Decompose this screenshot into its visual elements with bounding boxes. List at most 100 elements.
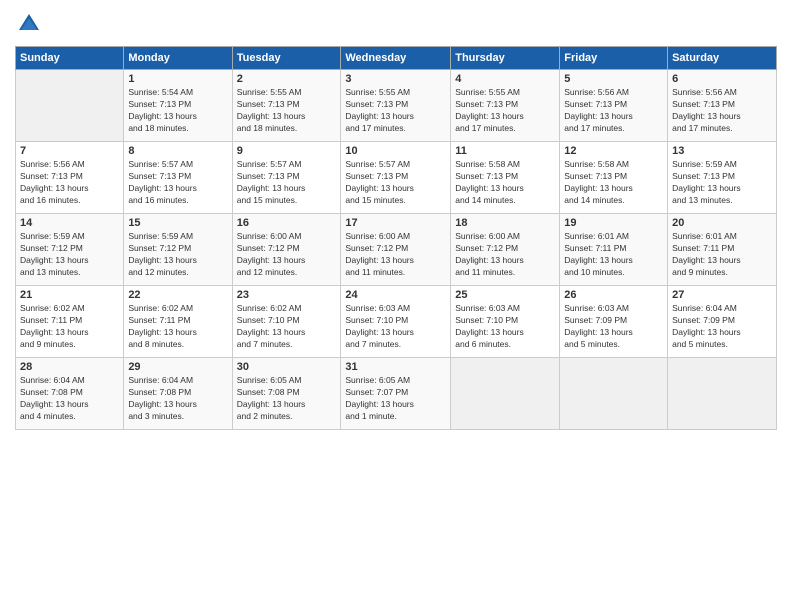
day-number: 16	[237, 217, 337, 229]
day-info: Sunrise: 5:57 AM Sunset: 7:13 PM Dayligh…	[237, 159, 337, 207]
day-info: Sunrise: 5:56 AM Sunset: 7:13 PM Dayligh…	[672, 87, 772, 135]
calendar-cell: 1 Sunrise: 5:54 AM Sunset: 7:13 PM Daylig…	[124, 70, 232, 142]
day-info: Sunrise: 5:55 AM Sunset: 7:13 PM Dayligh…	[237, 87, 337, 135]
calendar-header-row: SundayMondayTuesdayWednesdayThursdayFrid…	[16, 47, 777, 70]
day-info: Sunrise: 6:05 AM Sunset: 7:08 PM Dayligh…	[237, 375, 337, 423]
calendar-cell: 26 Sunrise: 6:03 AM Sunset: 7:09 PM Dayli…	[560, 286, 668, 358]
calendar-cell: 27 Sunrise: 6:04 AM Sunset: 7:09 PM Dayli…	[668, 286, 777, 358]
calendar-cell: 12 Sunrise: 5:58 AM Sunset: 7:13 PM Dayli…	[560, 142, 668, 214]
week-row-4: 28Sunrise: 6:04 AM Sunset: 7:08 PM Dayli…	[16, 358, 777, 430]
day-number: 9	[237, 145, 337, 157]
day-info: Sunrise: 5:57 AM Sunset: 7:13 PM Dayligh…	[128, 159, 227, 207]
calendar-cell: 29Sunrise: 6:04 AM Sunset: 7:08 PM Dayli…	[124, 358, 232, 430]
header-day-monday: Monday	[124, 47, 232, 70]
day-info: Sunrise: 6:01 AM Sunset: 7:11 PM Dayligh…	[672, 231, 772, 279]
day-info: Sunrise: 5:59 AM Sunset: 7:12 PM Dayligh…	[128, 231, 227, 279]
day-number: 24	[345, 289, 446, 301]
header-day-friday: Friday	[560, 47, 668, 70]
calendar-cell: 30 Sunrise: 6:05 AM Sunset: 7:08 PM Dayli…	[232, 358, 341, 430]
day-info: Sunrise: 5:59 AM Sunset: 7:13 PM Dayligh…	[672, 159, 772, 207]
calendar-cell: 15 Sunrise: 5:59 AM Sunset: 7:12 PM Dayli…	[124, 214, 232, 286]
calendar-cell: 6 Sunrise: 5:56 AM Sunset: 7:13 PM Daylig…	[668, 70, 777, 142]
day-info: Sunrise: 5:58 AM Sunset: 7:13 PM Dayligh…	[455, 159, 555, 207]
day-number: 6	[672, 73, 772, 85]
day-number: 18	[455, 217, 555, 229]
day-number: 4	[455, 73, 555, 85]
week-row-2: 14 Sunrise: 5:59 AM Sunset: 7:12 PM Dayli…	[16, 214, 777, 286]
calendar-cell: 5Sunrise: 5:56 AM Sunset: 7:13 PM Daylig…	[560, 70, 668, 142]
day-number: 7	[20, 145, 119, 157]
header-day-tuesday: Tuesday	[232, 47, 341, 70]
day-info: Sunrise: 6:02 AM Sunset: 7:10 PM Dayligh…	[237, 303, 337, 351]
calendar-cell: 18Sunrise: 6:00 AM Sunset: 7:12 PM Dayli…	[451, 214, 560, 286]
calendar-cell: 17 Sunrise: 6:00 AM Sunset: 7:12 PM Dayli…	[341, 214, 451, 286]
calendar-cell: 25 Sunrise: 6:03 AM Sunset: 7:10 PM Dayli…	[451, 286, 560, 358]
day-info: Sunrise: 5:54 AM Sunset: 7:13 PM Dayligh…	[128, 87, 227, 135]
calendar-cell: 21 Sunrise: 6:02 AM Sunset: 7:11 PM Dayli…	[16, 286, 124, 358]
day-number: 17	[345, 217, 446, 229]
calendar-cell: 10Sunrise: 5:57 AM Sunset: 7:13 PM Dayli…	[341, 142, 451, 214]
day-number: 3	[345, 73, 446, 85]
calendar-cell: 23 Sunrise: 6:02 AM Sunset: 7:10 PM Dayli…	[232, 286, 341, 358]
calendar-cell: 2Sunrise: 5:55 AM Sunset: 7:13 PM Daylig…	[232, 70, 341, 142]
calendar-cell: 13 Sunrise: 5:59 AM Sunset: 7:13 PM Dayli…	[668, 142, 777, 214]
day-number: 15	[128, 217, 227, 229]
day-info: Sunrise: 5:55 AM Sunset: 7:13 PM Dayligh…	[455, 87, 555, 135]
day-number: 22	[128, 289, 227, 301]
day-number: 8	[128, 145, 227, 157]
day-number: 25	[455, 289, 555, 301]
calendar-cell: 4 Sunrise: 5:55 AM Sunset: 7:13 PM Daylig…	[451, 70, 560, 142]
logo	[15, 10, 45, 38]
day-number: 26	[564, 289, 663, 301]
day-info: Sunrise: 6:00 AM Sunset: 7:12 PM Dayligh…	[237, 231, 337, 279]
day-info: Sunrise: 5:57 AM Sunset: 7:13 PM Dayligh…	[345, 159, 446, 207]
header	[15, 10, 777, 38]
calendar-cell: 3Sunrise: 5:55 AM Sunset: 7:13 PM Daylig…	[341, 70, 451, 142]
week-row-1: 7 Sunrise: 5:56 AM Sunset: 7:13 PM Daylig…	[16, 142, 777, 214]
calendar-cell: 31Sunrise: 6:05 AM Sunset: 7:07 PM Dayli…	[341, 358, 451, 430]
page-container: SundayMondayTuesdayWednesdayThursdayFrid…	[0, 0, 792, 612]
day-info: Sunrise: 6:02 AM Sunset: 7:11 PM Dayligh…	[20, 303, 119, 351]
header-day-thursday: Thursday	[451, 47, 560, 70]
day-number: 21	[20, 289, 119, 301]
day-info: Sunrise: 6:01 AM Sunset: 7:11 PM Dayligh…	[564, 231, 663, 279]
day-number: 19	[564, 217, 663, 229]
day-info: Sunrise: 5:59 AM Sunset: 7:12 PM Dayligh…	[20, 231, 119, 279]
calendar-cell: 16 Sunrise: 6:00 AM Sunset: 7:12 PM Dayli…	[232, 214, 341, 286]
day-number: 27	[672, 289, 772, 301]
day-info: Sunrise: 6:03 AM Sunset: 7:10 PM Dayligh…	[455, 303, 555, 351]
week-row-0: 1 Sunrise: 5:54 AM Sunset: 7:13 PM Daylig…	[16, 70, 777, 142]
calendar-cell: 20 Sunrise: 6:01 AM Sunset: 7:11 PM Dayli…	[668, 214, 777, 286]
calendar-cell	[16, 70, 124, 142]
calendar-cell: 22 Sunrise: 6:02 AM Sunset: 7:11 PM Dayli…	[124, 286, 232, 358]
day-info: Sunrise: 5:58 AM Sunset: 7:13 PM Dayligh…	[564, 159, 663, 207]
header-day-wednesday: Wednesday	[341, 47, 451, 70]
calendar-cell	[560, 358, 668, 430]
calendar-cell	[668, 358, 777, 430]
day-info: Sunrise: 6:02 AM Sunset: 7:11 PM Dayligh…	[128, 303, 227, 351]
day-info: Sunrise: 6:05 AM Sunset: 7:07 PM Dayligh…	[345, 375, 446, 423]
day-info: Sunrise: 6:00 AM Sunset: 7:12 PM Dayligh…	[345, 231, 446, 279]
day-info: Sunrise: 5:56 AM Sunset: 7:13 PM Dayligh…	[20, 159, 119, 207]
day-number: 11	[455, 145, 555, 157]
header-day-saturday: Saturday	[668, 47, 777, 70]
calendar-cell: 14 Sunrise: 5:59 AM Sunset: 7:12 PM Dayli…	[16, 214, 124, 286]
day-number: 29	[128, 361, 227, 373]
week-row-3: 21 Sunrise: 6:02 AM Sunset: 7:11 PM Dayli…	[16, 286, 777, 358]
day-info: Sunrise: 6:04 AM Sunset: 7:09 PM Dayligh…	[672, 303, 772, 351]
day-number: 20	[672, 217, 772, 229]
day-number: 1	[128, 73, 227, 85]
calendar-cell: 7 Sunrise: 5:56 AM Sunset: 7:13 PM Daylig…	[16, 142, 124, 214]
day-info: Sunrise: 6:03 AM Sunset: 7:09 PM Dayligh…	[564, 303, 663, 351]
calendar-cell: 28Sunrise: 6:04 AM Sunset: 7:08 PM Dayli…	[16, 358, 124, 430]
logo-icon	[15, 10, 43, 38]
calendar-cell: 24Sunrise: 6:03 AM Sunset: 7:10 PM Dayli…	[341, 286, 451, 358]
day-number: 30	[237, 361, 337, 373]
calendar-table: SundayMondayTuesdayWednesdayThursdayFrid…	[15, 46, 777, 430]
calendar-cell: 19 Sunrise: 6:01 AM Sunset: 7:11 PM Dayli…	[560, 214, 668, 286]
day-number: 23	[237, 289, 337, 301]
day-number: 12	[564, 145, 663, 157]
day-number: 28	[20, 361, 119, 373]
day-number: 14	[20, 217, 119, 229]
day-number: 13	[672, 145, 772, 157]
